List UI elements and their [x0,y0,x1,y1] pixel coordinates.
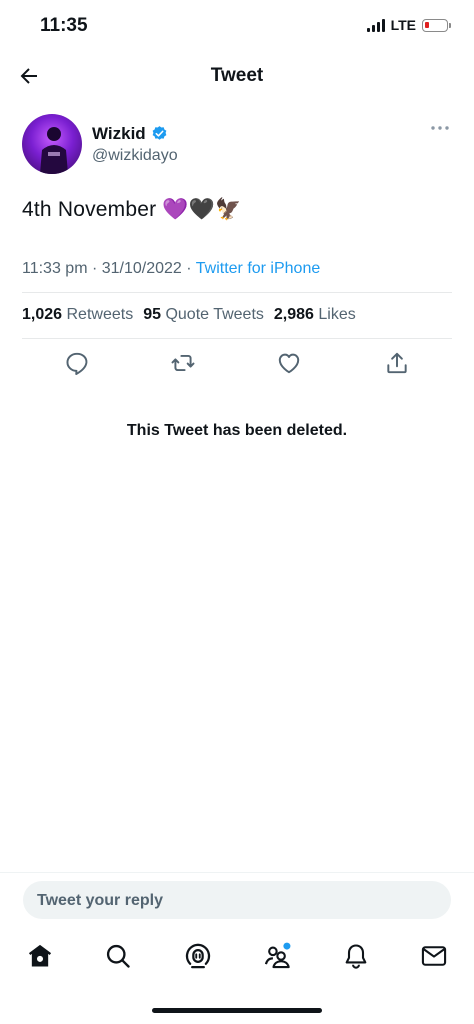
nav-header: Tweet [0,52,474,100]
reply-icon[interactable] [64,350,90,376]
retweet-icon[interactable] [170,350,196,376]
deleted-tweet-notice: This Tweet has been deleted. [126,422,348,439]
quotes-stat[interactable]: 95 Quote Tweets [143,306,264,324]
divider [0,872,474,873]
search-icon[interactable] [104,942,132,970]
author-name[interactable]: Wizkid [92,124,146,144]
signal-icon [366,18,385,32]
like-icon[interactable] [276,350,302,376]
messages-icon[interactable] [420,942,448,970]
quotes-label: Quote Tweets [165,306,264,323]
verified-badge-icon [152,126,167,140]
tweet-actions [22,350,454,380]
retweets-label: Retweets [66,306,134,323]
spaces-icon[interactable] [184,942,212,970]
communities-icon[interactable] [263,942,291,970]
battery-icon [422,18,451,32]
tweet-source[interactable]: Twitter for iPhone [196,260,321,277]
tweet-timestamp[interactable]: 11:33 pm · 31/10/2022 · [22,260,196,277]
home-indicator [152,1008,322,1013]
status-bar: 11:35 LTE [0,0,474,50]
avatar[interactable] [22,114,82,174]
home-icon[interactable] [26,942,54,970]
tweet-meta: 11:33 pm · 31/10/2022 · Twitter for iPho… [22,260,320,278]
tweet-stats: 1,026 Retweets 95 Quote Tweets 2,986 Lik… [22,306,356,324]
tweet-text: 4th November 💜🖤🦅 [22,198,242,221]
status-time: 11:35 [40,15,88,36]
network-label: LTE [390,17,416,33]
page-title: Tweet [210,65,264,86]
likes-stat[interactable]: 2,986 Likes [274,306,356,324]
avatar-figure-icon [40,127,68,174]
more-options-icon[interactable] [430,124,450,132]
likes-label: Likes [318,306,356,323]
divider [22,338,452,339]
divider [22,292,452,293]
quotes-count: 95 [143,306,161,323]
retweets-stat[interactable]: 1,026 Retweets [22,306,133,324]
likes-count: 2,986 [273,306,314,323]
notifications-icon[interactable] [342,942,370,970]
reply-placeholder: Tweet your reply [37,892,163,909]
author-handle[interactable]: @wizkidayo [92,147,178,165]
reply-input[interactable]: Tweet your reply [23,881,451,919]
share-icon[interactable] [384,350,410,376]
tweet-author: Wizkid @wizkidayo [22,114,454,176]
retweets-count: 1,026 [22,306,63,323]
bottom-tab-bar [0,934,474,984]
status-indicators: LTE [366,17,451,33]
